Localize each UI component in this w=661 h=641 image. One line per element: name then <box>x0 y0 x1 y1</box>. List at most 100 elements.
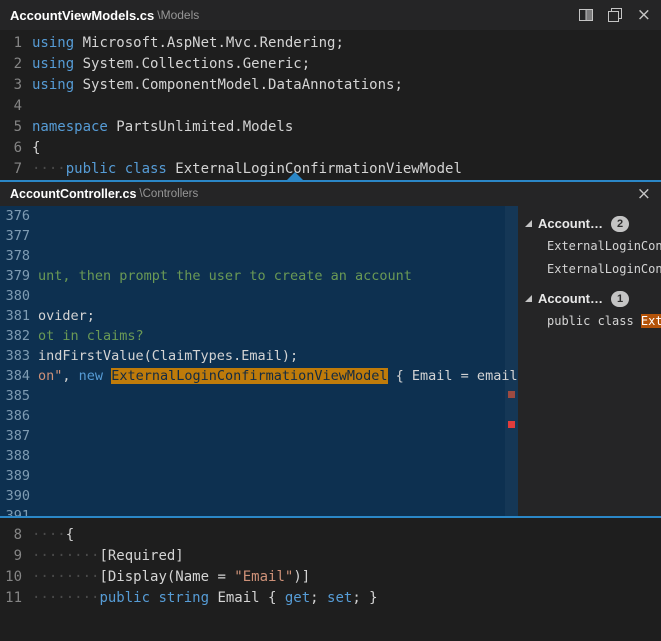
line-number: 7 <box>0 159 22 180</box>
overview-ruler[interactable] <box>505 206 518 516</box>
peek-filename: AccountController.cs <box>10 187 136 201</box>
code-line[interactable]: 388 <box>0 446 518 466</box>
code-token: [Required] <box>99 548 183 564</box>
line-number: 377 <box>0 226 30 246</box>
code-token: public class <box>547 314 641 328</box>
code-line[interactable]: 1using Microsoft.AspNet.Mvc.Rendering; <box>0 33 661 54</box>
ruler-mark <box>508 391 515 398</box>
reference-file-label: Account… <box>538 291 603 306</box>
line-content: ········[Display(Name = "Email")] <box>32 567 310 588</box>
code-token: { Email = email <box>388 368 518 384</box>
code-line[interactable]: 386 <box>0 406 518 426</box>
code-token: ········ <box>32 548 99 564</box>
line-content: indFirstValue(ClaimTypes.Email); <box>38 346 298 366</box>
line-number: 6 <box>0 138 22 159</box>
code-line[interactable]: 382ot in claims? <box>0 326 518 346</box>
top-editor-filename: AccountViewModels.cs <box>10 8 154 23</box>
line-content: namespace PartsUnlimited.Models <box>32 117 293 138</box>
close-peek-icon[interactable]: × <box>637 186 651 203</box>
line-number: 380 <box>0 286 30 306</box>
bottom-editor-code: 8····{9········[Required]10 ········[Disp… <box>0 518 661 609</box>
reference-item[interactable]: public class ExternalLoginConfirmationVi… <box>518 310 661 333</box>
reference-group[interactable]: Account…2 <box>518 212 661 235</box>
code-token: using <box>32 35 74 51</box>
code-line[interactable]: 376 <box>0 206 518 226</box>
code-line[interactable]: 390 <box>0 486 518 506</box>
code-line[interactable]: 5 namespace PartsUnlimited.Models <box>0 117 661 138</box>
code-line[interactable]: 383indFirstValue(ClaimTypes.Email); <box>0 346 518 366</box>
line-content: { <box>32 138 40 159</box>
code-token: { <box>66 527 74 543</box>
code-line[interactable]: 379unt, then prompt the user to create a… <box>0 266 518 286</box>
code-token: ot in claims? <box>38 328 144 344</box>
code-line[interactable]: 2 using System.Collections.Generic; <box>0 54 661 75</box>
code-token <box>103 368 111 384</box>
line-content: ovider; <box>38 306 95 326</box>
line-number: 2 <box>0 54 22 75</box>
reference-item[interactable]: ExternalLoginConfirmationViewModel <box>518 235 661 258</box>
line-content: on", new ExternalLoginConfirmationViewMo… <box>38 366 518 386</box>
code-line[interactable]: 6{ <box>0 138 661 159</box>
line-content: ········[Required] <box>32 546 184 567</box>
code-line[interactable]: 384on", new ExternalLoginConfirmationVie… <box>0 366 518 386</box>
reference-item[interactable]: ExternalLoginConfirmationViewModel <box>518 258 661 281</box>
code-line[interactable]: 387 <box>0 426 518 446</box>
line-content: ot in claims? <box>38 326 144 346</box>
code-line[interactable]: 4 <box>0 96 661 117</box>
code-token: "Email" <box>234 569 293 585</box>
line-number: 379 <box>0 266 30 286</box>
code-line[interactable]: 7····public class ExternalLoginConfirmat… <box>0 159 661 180</box>
reference-group[interactable]: Account… 1 <box>518 287 661 310</box>
code-token: ; <box>310 590 327 606</box>
peek-body: 376377378379unt, then prompt the user to… <box>0 206 661 516</box>
code-token: new <box>79 368 103 384</box>
code-line[interactable]: 380 <box>0 286 518 306</box>
line-number: 5 <box>0 117 22 138</box>
code-line[interactable]: 377 <box>0 226 518 246</box>
twistie-expanded-icon[interactable] <box>524 219 533 228</box>
code-line[interactable]: 378 <box>0 246 518 266</box>
code-token: )] <box>293 569 310 585</box>
close-editor-icon[interactable]: × <box>637 7 651 24</box>
code-line[interactable]: 391 <box>0 506 518 516</box>
code-token: , <box>62 368 78 384</box>
code-line[interactable]: 385 <box>0 386 518 406</box>
line-number: 3 <box>0 75 22 96</box>
reference-count-badge: 1 <box>611 291 629 307</box>
code-line[interactable]: 10 ········[Display(Name = "Email")] <box>0 567 661 588</box>
line-number: 387 <box>0 426 30 446</box>
line-number: 11 <box>0 588 22 609</box>
line-content: ····{ <box>32 525 74 546</box>
top-editor-filepath: \Models <box>157 8 199 22</box>
top-editor-code: 1using Microsoft.AspNet.Mvc.Rendering;2u… <box>0 30 661 180</box>
line-content: using System.Collections.Generic; <box>32 54 310 75</box>
code-token: [Display(Name = <box>99 569 234 585</box>
line-number: 385 <box>0 386 30 406</box>
line-number: 389 <box>0 466 30 486</box>
code-token: public class <box>66 161 167 177</box>
code-line[interactable]: 381 ovider; <box>0 306 518 326</box>
code-line[interactable]: 11········public string Email { get; set… <box>0 588 661 609</box>
code-token: ExternalLoginConfirmationViewModel <box>547 239 661 253</box>
line-number: 381 <box>0 306 30 326</box>
top-editor-titlebar: AccountViewModels.cs \Models × <box>0 0 661 30</box>
line-number: 378 <box>0 246 30 266</box>
code-line[interactable]: 389 <box>0 466 518 486</box>
code-token: { <box>32 140 40 156</box>
code-line[interactable]: 9········[Required] <box>0 546 661 567</box>
code-token: public string <box>99 590 209 606</box>
line-number: 391 <box>0 506 30 516</box>
peek-view: AccountController.cs \Controllers × 3763… <box>0 180 661 518</box>
line-number: 1 <box>0 33 22 54</box>
open-to-side-icon[interactable] <box>608 8 622 22</box>
code-line[interactable]: 3using System.ComponentModel.DataAnnotat… <box>0 75 661 96</box>
code-token: PartsUnlimited.Models <box>108 119 293 135</box>
code-token: ; } <box>352 590 377 606</box>
code-token: set <box>327 590 352 606</box>
reference-count-badge: 2 <box>611 216 629 232</box>
split-editor-icon[interactable] <box>579 8 593 22</box>
line-number: 10 <box>0 567 22 588</box>
code-token: ········ <box>32 590 99 606</box>
code-line[interactable]: 8····{ <box>0 525 661 546</box>
twistie-expanded-icon[interactable] <box>524 294 533 303</box>
